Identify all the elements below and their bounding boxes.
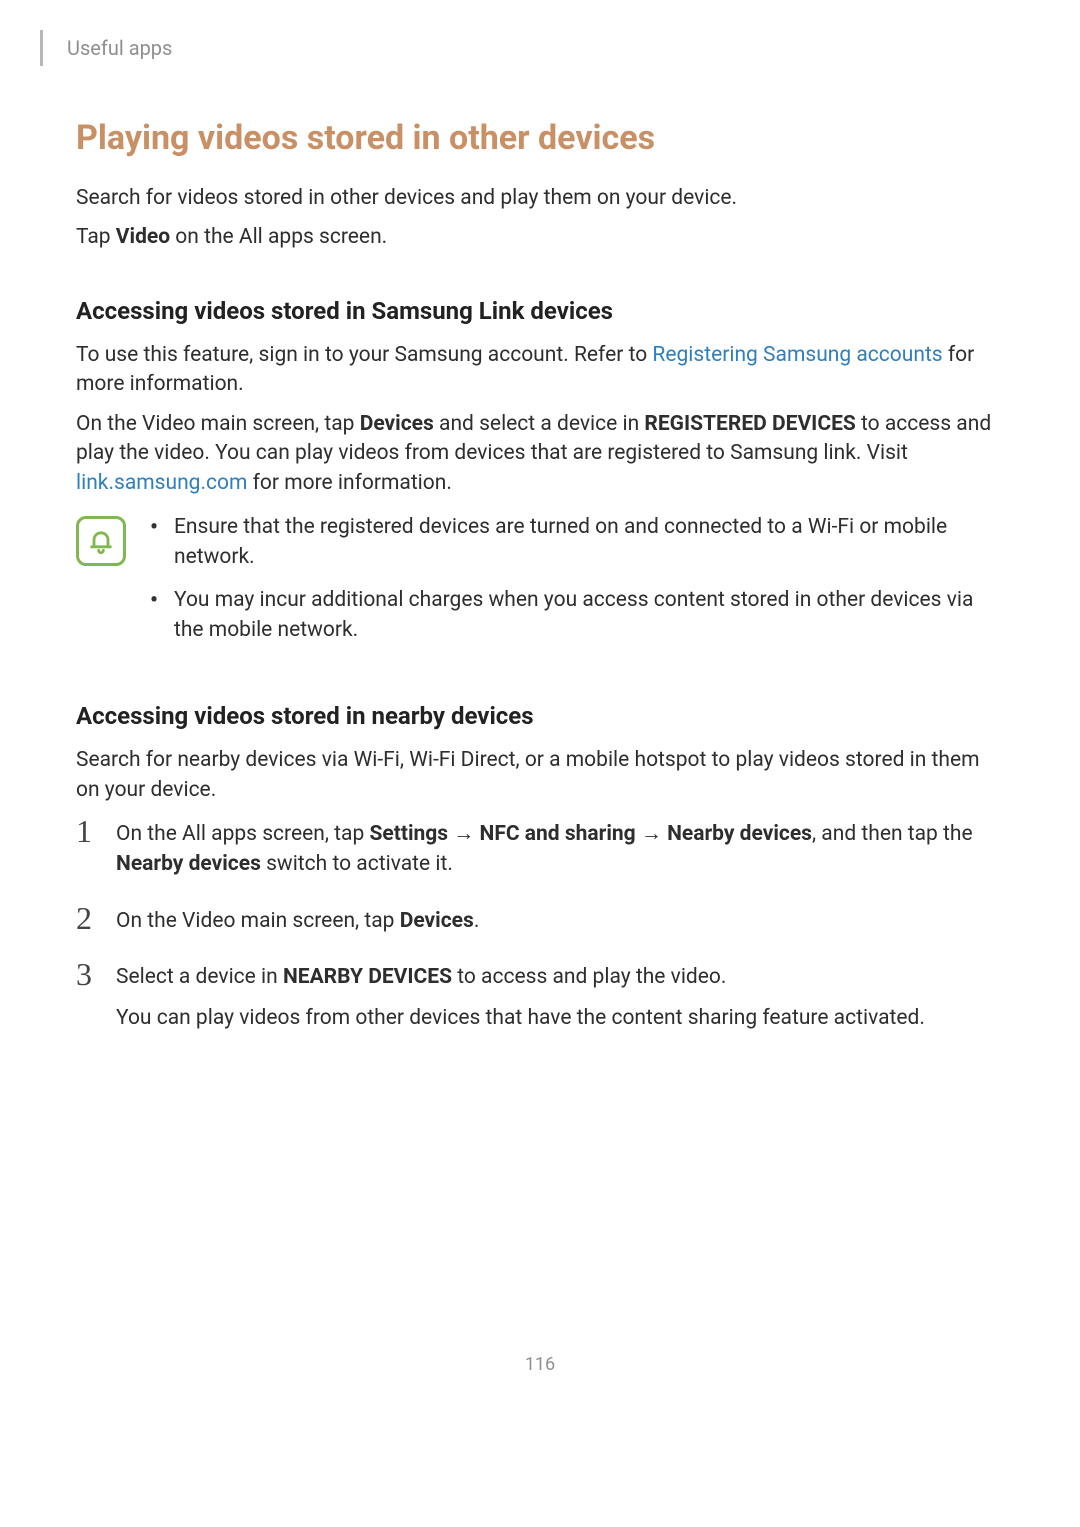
s1p2-pre: On the Video main screen, tap xyxy=(76,412,360,436)
strong-devices: Devices xyxy=(400,909,474,933)
intro-2-post: on the All apps screen. xyxy=(170,225,387,249)
s1p1-pre: To use this feature, sign in to your Sam… xyxy=(76,343,652,367)
strong-settings: Settings xyxy=(369,822,448,846)
header-mark xyxy=(40,30,43,66)
step-list: 1 On the All apps screen, tap Settings →… xyxy=(76,815,1004,1033)
strong-nearby-devices: Nearby devices xyxy=(667,822,812,846)
strong-nearby-devices-caps: NEARBY DEVICES xyxy=(283,965,452,989)
arrow-icon: → xyxy=(448,822,479,846)
page-title: Playing videos stored in other devices xyxy=(76,116,1004,162)
note-block: Ensure that the registered devices are t… xyxy=(76,512,1004,658)
intro-line-1: Search for videos stored in other device… xyxy=(76,184,1004,213)
s1p2-mid: and select a device in xyxy=(434,412,645,436)
step-text: On the Video main screen, tap Devices. xyxy=(116,902,479,936)
st3-pre: Select a device in xyxy=(116,965,283,989)
section-2-intro: Search for nearby devices via Wi-Fi, Wi-… xyxy=(76,746,1004,805)
intro-2-pre: Tap xyxy=(76,225,116,249)
section-1-p2: On the Video main screen, tap Devices an… xyxy=(76,410,1004,498)
page-header: Useful apps xyxy=(0,30,1080,66)
arrow-icon: → xyxy=(636,822,667,846)
strong-nfc-sharing: NFC and sharing xyxy=(480,822,636,846)
intro-line-2: Tap Video on the All apps screen. xyxy=(76,223,1004,252)
link-samsung-com[interactable]: link.samsung.com xyxy=(76,471,247,495)
step-text: Select a device in NEARBY DEVICES to acc… xyxy=(116,958,925,1033)
step-item: 3 Select a device in NEARBY DEVICES to a… xyxy=(76,958,1004,1033)
section-1-heading: Accessing videos stored in Samsung Link … xyxy=(76,295,1004,327)
step-number: 3 xyxy=(76,958,116,992)
step-item: 1 On the All apps screen, tap Settings →… xyxy=(76,815,1004,880)
step-text: On the All apps screen, tap Settings → N… xyxy=(116,815,1004,880)
breadcrumb: Useful apps xyxy=(67,35,172,62)
note-item: You may incur additional charges when yo… xyxy=(148,585,1004,646)
content-body: Playing videos stored in other devices S… xyxy=(0,116,1080,1377)
st3-post: to access and play the video. xyxy=(452,965,726,989)
st3-sub: You can play videos from other devices t… xyxy=(116,1003,925,1033)
section-1-p1: To use this feature, sign in to your Sam… xyxy=(76,341,1004,400)
st1-pre: On the All apps screen, tap xyxy=(116,822,369,846)
strong-registered-devices: REGISTERED DEVICES xyxy=(644,412,855,436)
st2-post: . xyxy=(474,909,480,933)
bell-icon xyxy=(87,527,115,555)
note-list: Ensure that the registered devices are t… xyxy=(148,512,1004,658)
intro-2-bold: Video xyxy=(116,225,170,249)
step-number: 1 xyxy=(76,815,116,849)
page-number: 116 xyxy=(76,1353,1004,1377)
s1p2-end: for more information. xyxy=(247,471,452,495)
note-item: Ensure that the registered devices are t… xyxy=(148,512,1004,573)
st1-mid: , and then tap the xyxy=(812,822,973,846)
strong-devices: Devices xyxy=(360,412,434,436)
step-number: 2 xyxy=(76,902,116,936)
st2-pre: On the Video main screen, tap xyxy=(116,909,400,933)
section-2-heading: Accessing videos stored in nearby device… xyxy=(76,700,1004,732)
strong-nearby-switch: Nearby devices xyxy=(116,852,261,876)
link-registering-accounts[interactable]: Registering Samsung accounts xyxy=(652,343,942,367)
st1-post: switch to activate it. xyxy=(261,852,453,876)
step-item: 2 On the Video main screen, tap Devices. xyxy=(76,902,1004,936)
note-icon xyxy=(76,516,126,566)
